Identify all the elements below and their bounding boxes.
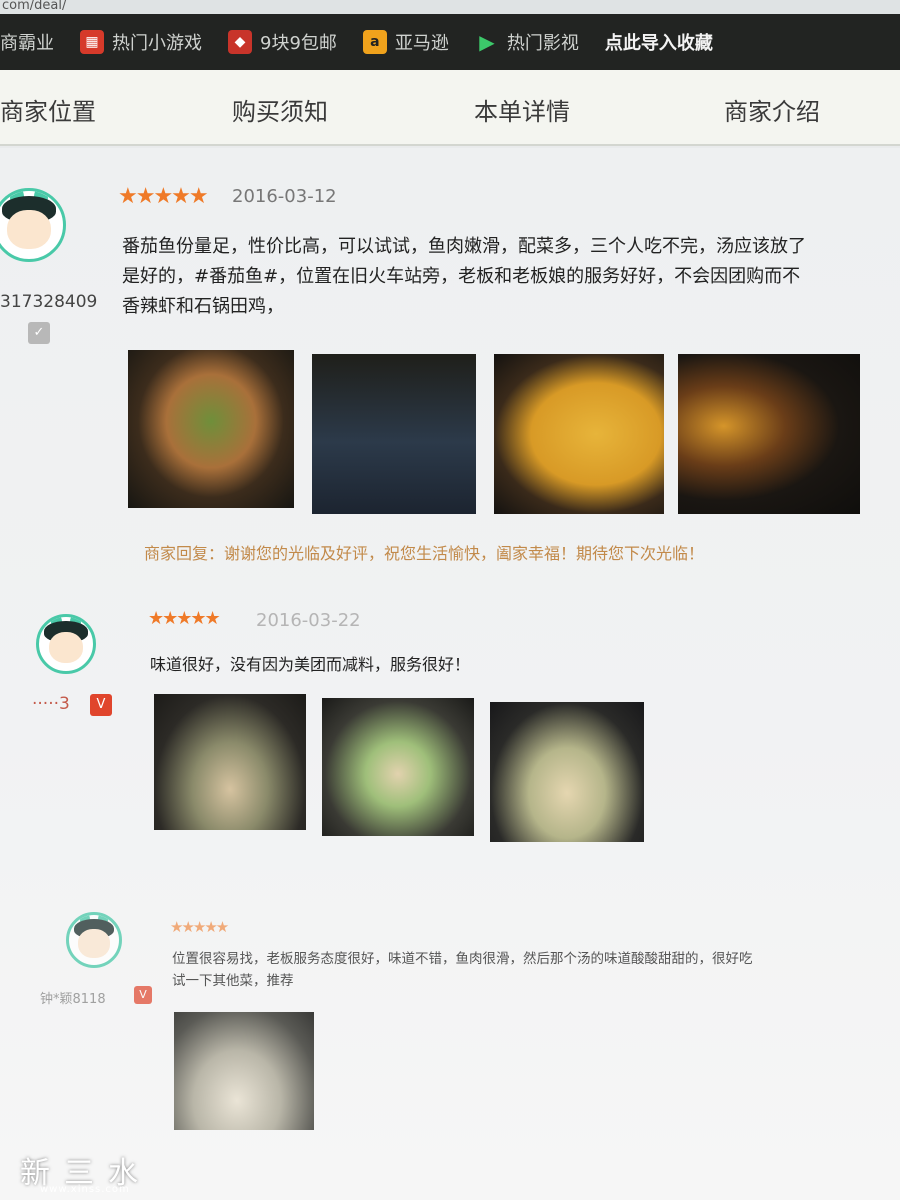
review-text: 味道很好，没有因为美团而减料，服务很好！ [150, 650, 850, 680]
bookmark-item-1[interactable]: ▦ 热门小游戏 [80, 29, 202, 55]
review-date: 2016-03-22 [256, 610, 361, 631]
review-text: 位置很容易找，老板服务态度很好，味道不错，鱼肉很滑，然后那个汤的味道酸酸甜甜的，… [172, 948, 900, 992]
review-line: 番茄鱼份量足，性价比高，可以试试，鱼肉嫩滑，配菜多，三个人吃不完，汤应该放了 [122, 236, 806, 257]
site-watermark-url: www.xinss.com [40, 1184, 130, 1195]
game-icon: ▦ [80, 30, 104, 54]
bookmark-item-5[interactable]: 点此导入收藏 [605, 29, 713, 55]
review-line: 香辣虾和石锅田鸡， [122, 296, 284, 317]
bookmark-label: 9块9包邮 [260, 33, 337, 54]
merchant-reply: 商家回复：谢谢您的光临及好评，祝您生活愉快，阖家幸福！期待您下次光临！ [144, 544, 705, 563]
bookmark-item-2[interactable]: ◆ 9块9包邮 [228, 29, 337, 55]
url-text: com/deal/ [2, 0, 67, 13]
address-bar[interactable]: com/deal/ [0, 0, 900, 14]
review-photo[interactable] [490, 702, 644, 842]
bookmark-item-3[interactable]: a 亚马逊 [362, 29, 449, 55]
tab-merchant-intro[interactable]: 商家介绍 [724, 92, 820, 127]
bookmark-label: 热门小游戏 [112, 33, 202, 54]
review-photo[interactable] [678, 354, 860, 514]
rating-stars: ★★★★★ [170, 918, 229, 936]
review-photo[interactable] [322, 698, 474, 836]
review-photo[interactable] [154, 694, 306, 830]
user-level-badge: ✓ [28, 322, 50, 344]
review-line: 试一下其他菜，推荐 [172, 973, 294, 989]
review-date: 2016-03-12 [232, 186, 337, 207]
username[interactable]: 317328409 [0, 292, 97, 312]
rating-stars: ★★★★★ [118, 184, 209, 209]
amazon-icon: a [362, 30, 387, 54]
bookmark-item-0[interactable]: 商霸业 [0, 29, 54, 55]
bookmark-label: 亚马逊 [394, 33, 449, 54]
tab-purchase-notes[interactable]: 购买须知 [232, 92, 328, 127]
review-photo[interactable] [494, 354, 664, 514]
review-photo[interactable] [128, 350, 294, 508]
avatar-face [78, 929, 110, 958]
review-line: 位置很容易找，老板服务态度很好，味道不错，鱼肉很滑，然后那个汤的味道酸酸甜甜的，… [172, 951, 753, 967]
avatar[interactable] [0, 188, 66, 262]
user-level-badge: V [90, 694, 112, 716]
review-text: 番茄鱼份量足，性价比高，可以试试，鱼肉嫩滑，配菜多，三个人吃不完，汤应该放了 是… [122, 232, 900, 322]
bookmark-label: 商霸业 [0, 33, 54, 54]
tab-deal-details[interactable]: 本单详情 [474, 92, 570, 127]
review-photo[interactable] [312, 354, 476, 514]
user-level-badge: V [134, 986, 152, 1004]
avatar-face [48, 632, 84, 664]
review-photo[interactable] [174, 1012, 314, 1130]
tab-location[interactable]: 商家位置 [0, 92, 96, 127]
username[interactable]: 钟*颖8118 [40, 988, 106, 1007]
tag-icon: ◆ [228, 30, 252, 54]
avatar[interactable] [66, 912, 122, 968]
bookmark-item-4[interactable]: ▶ 热门影视 [475, 29, 579, 55]
bookmarks-bar: 商霸业 ▦ 热门小游戏 ◆ 9块9包邮 a 亚马逊 ▶ 热门影视 点此导入收藏 [0, 14, 900, 70]
play-icon: ▶ [479, 30, 495, 54]
deal-tabs: 商家位置 购买须知 本单详情 商家介绍 [0, 70, 900, 146]
bookmark-label: 点此导入收藏 [604, 33, 713, 54]
review-line: 是好的，#番茄鱼#，位置在旧火车站旁，老板和老板娘的服务好好，不会因团购而不 [122, 266, 801, 287]
avatar-face [7, 210, 51, 250]
username[interactable]: ·····3 [32, 694, 70, 714]
review-line: 味道很好，没有因为美团而减料，服务很好！ [150, 655, 471, 674]
rating-stars: ★★★★★ [148, 608, 221, 629]
reviews-section: 317328409 ✓ ★★★★★ 2016-03-12 番茄鱼份量足，性价比高… [0, 148, 900, 1200]
avatar[interactable] [36, 614, 96, 674]
bookmark-label: 热门影视 [506, 33, 579, 54]
